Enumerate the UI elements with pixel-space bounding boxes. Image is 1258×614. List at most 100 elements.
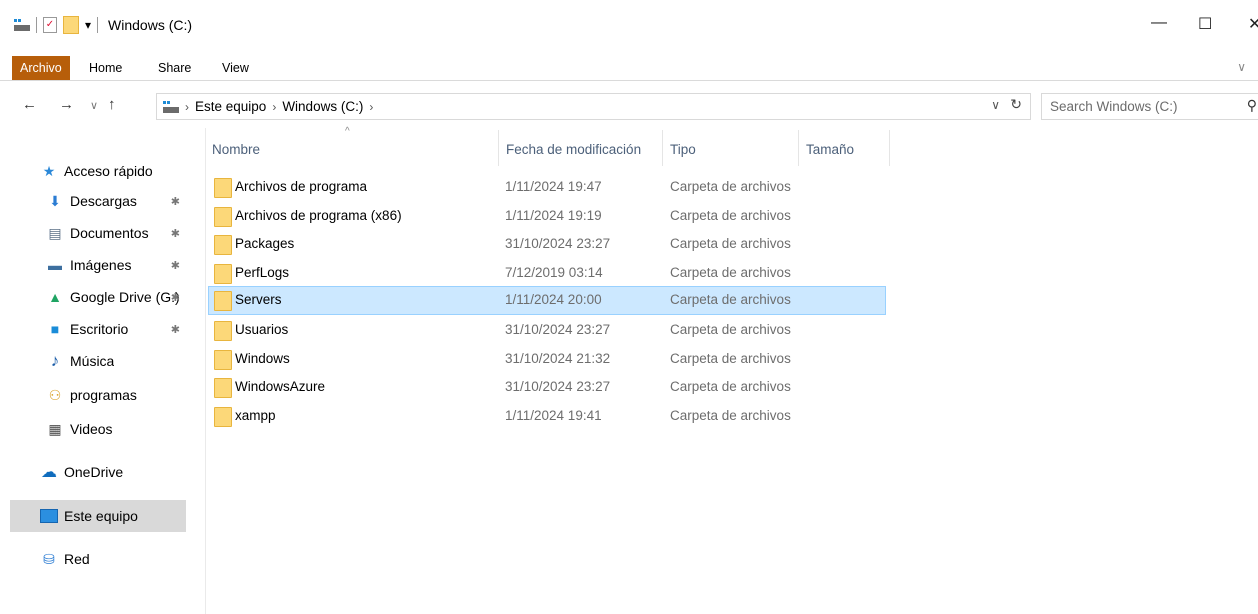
recent-locations-button[interactable]: ∨ (90, 99, 98, 112)
column-header-fecha[interactable]: Fecha de modificación (499, 128, 661, 166)
file-row[interactable]: Usuarios 31/10/2024 23:27 Carpeta de arc… (208, 316, 886, 345)
search-icon[interactable]: ⚲ (1247, 97, 1257, 114)
sidebar-item-google-drive[interactable]: ▲ Google Drive (G:) ✱ (10, 282, 186, 312)
search-box[interactable]: ⚲ (1041, 93, 1258, 120)
drive-icon[interactable] (14, 19, 30, 31)
new-folder-icon[interactable] (63, 16, 79, 34)
sort-ascending-icon: ^ (345, 126, 350, 137)
up-button[interactable]: ↑ (108, 96, 116, 113)
file-name: Usuarios (235, 322, 289, 337)
file-date: 1/11/2024 20:00 (505, 292, 602, 307)
file-row[interactable]: Archivos de programa (x86) 1/11/2024 19:… (208, 202, 886, 231)
minimize-button[interactable]: — (1151, 14, 1167, 32)
column-label: Nombre (212, 142, 261, 157)
tab-home[interactable]: Home (83, 56, 128, 80)
network-icon: ⛁ (43, 550, 55, 567)
pin-icon[interactable]: ✱ (171, 195, 180, 208)
computer-icon (40, 507, 58, 525)
tab-share[interactable]: Share (152, 56, 197, 80)
file-date: 1/11/2024 19:19 (505, 208, 602, 223)
sidebar-item-label: Este equipo (64, 508, 138, 524)
column-header-tamano[interactable]: Tamaño (799, 128, 888, 166)
sidebar-item-label: Documentos (70, 225, 149, 241)
file-row[interactable]: xampp 1/11/2024 19:41 Carpeta de archivo… (208, 402, 886, 431)
file-name: xampp (235, 408, 276, 423)
breadcrumb-separator[interactable]: › (185, 100, 189, 114)
file-type: Carpeta de archivos (670, 408, 791, 423)
file-name: WindowsAzure (235, 379, 326, 394)
sidebar-item-label: OneDrive (64, 464, 124, 480)
toolbar-separator (36, 17, 37, 33)
tab-archivo[interactable]: Archivo (12, 56, 70, 80)
download-icon: ⬇ (49, 192, 61, 209)
sidebar-item-acceso-rapido[interactable]: ★ Acceso rápido (10, 156, 186, 186)
sidebar-item-label: programas (70, 387, 137, 403)
file-type: Carpeta de archivos (670, 265, 791, 280)
expand-ribbon-icon[interactable]: ∨ (1237, 60, 1246, 74)
address-dropdown-icon[interactable]: ∨ (991, 98, 1000, 112)
pin-icon[interactable]: ✱ (171, 259, 180, 272)
customize-toolbar-button[interactable]: ▾ (85, 18, 91, 32)
drive-icon (163, 100, 179, 113)
file-date: 31/10/2024 23:27 (505, 379, 611, 394)
folder-icon (214, 178, 232, 198)
forward-button[interactable]: → (59, 96, 74, 113)
sidebar-item-musica[interactable]: ♪ Música (10, 346, 186, 376)
sidebar-item-label: Google Drive (G:) (70, 289, 180, 305)
sidebar-item-descargas[interactable]: ⬇ Descargas ✱ (10, 186, 186, 216)
sidebar-item-escritorio[interactable]: ■ Escritorio ✱ (10, 314, 186, 344)
sidebar-item-programas[interactable]: ⚇ programas (10, 380, 186, 410)
file-date: 7/12/2019 03:14 (505, 265, 603, 280)
sidebar-item-videos[interactable]: ▦ Videos (10, 414, 186, 444)
file-type: Carpeta de archivos (670, 208, 791, 223)
file-name: Servers (235, 292, 282, 307)
column-label: Tipo (670, 142, 696, 157)
sidebar-item-onedrive[interactable]: ☁ OneDrive (10, 457, 186, 487)
file-row[interactable]: WindowsAzure 31/10/2024 23:27 Carpeta de… (208, 373, 886, 402)
sidebar-item-label: Descargas (70, 193, 137, 209)
column-divider[interactable] (889, 130, 890, 166)
sidebar-item-label: Acceso rápido (64, 163, 153, 179)
close-button[interactable]: ✕ (1248, 14, 1258, 34)
file-name: Archivos de programa (235, 179, 368, 194)
folder-icon (214, 264, 232, 284)
maximize-button[interactable]: ☐ (1198, 14, 1212, 34)
column-header-nombre[interactable]: ^ Nombre (205, 126, 497, 166)
star-icon: ★ (42, 162, 56, 179)
breadcrumb-windows-c[interactable]: Windows (C:) (282, 99, 363, 114)
sidebar-item-documentos[interactable]: ▤ Documentos ✱ (10, 218, 186, 248)
file-row[interactable]: Archivos de programa 1/11/2024 19:47 Car… (208, 173, 886, 202)
file-row[interactable]: Packages 31/10/2024 23:27 Carpeta de arc… (208, 230, 886, 259)
file-row[interactable]: PerfLogs 7/12/2019 03:14 Carpeta de arch… (208, 259, 886, 288)
pin-icon[interactable]: ✱ (171, 323, 180, 336)
folder-icon (214, 207, 232, 227)
file-type: Carpeta de archivos (670, 179, 791, 194)
music-icon: ♪ (50, 351, 60, 370)
breadcrumb-separator[interactable]: › (272, 100, 276, 114)
folder-icon (214, 321, 232, 341)
sidebar-item-red[interactable]: ⛁ Red (10, 544, 186, 574)
file-row[interactable]: Windows 31/10/2024 21:32 Carpeta de arch… (208, 345, 886, 374)
properties-icon[interactable]: ✓ (43, 17, 57, 33)
breadcrumb-este-equipo[interactable]: Este equipo (195, 99, 266, 114)
file-type: Carpeta de archivos (670, 322, 791, 337)
address-bar[interactable]: › Este equipo › Windows (C:) › ∨ ↻ (156, 93, 1031, 120)
sidebar-item-imagenes[interactable]: ▬ Imágenes ✱ (10, 250, 186, 280)
toolbar-separator (97, 17, 99, 33)
refresh-icon[interactable]: ↻ (1010, 96, 1022, 113)
pin-icon[interactable]: ✱ (171, 291, 180, 304)
title-bar: ✓ ▾ Windows (C:) — ☐ ✕ (0, 0, 1258, 56)
file-row-selected[interactable]: Servers 1/11/2024 20:00 Carpeta de archi… (208, 286, 886, 315)
window-title: Windows (C:) (108, 17, 193, 33)
folder-icon (214, 407, 232, 427)
sidebar-item-label: Música (70, 353, 115, 369)
ribbon-tabs: Archivo Home Share View ∨ (0, 56, 1258, 81)
tab-view[interactable]: View (216, 56, 255, 80)
back-button[interactable]: ← (22, 96, 37, 113)
pin-icon[interactable]: ✱ (171, 227, 180, 240)
cloud-icon: ☁ (41, 464, 57, 481)
column-header-tipo[interactable]: Tipo (663, 128, 798, 166)
sidebar-item-este-equipo[interactable]: Este equipo (10, 500, 186, 532)
search-input[interactable] (1042, 94, 1227, 119)
breadcrumb-separator[interactable]: › (369, 100, 373, 114)
